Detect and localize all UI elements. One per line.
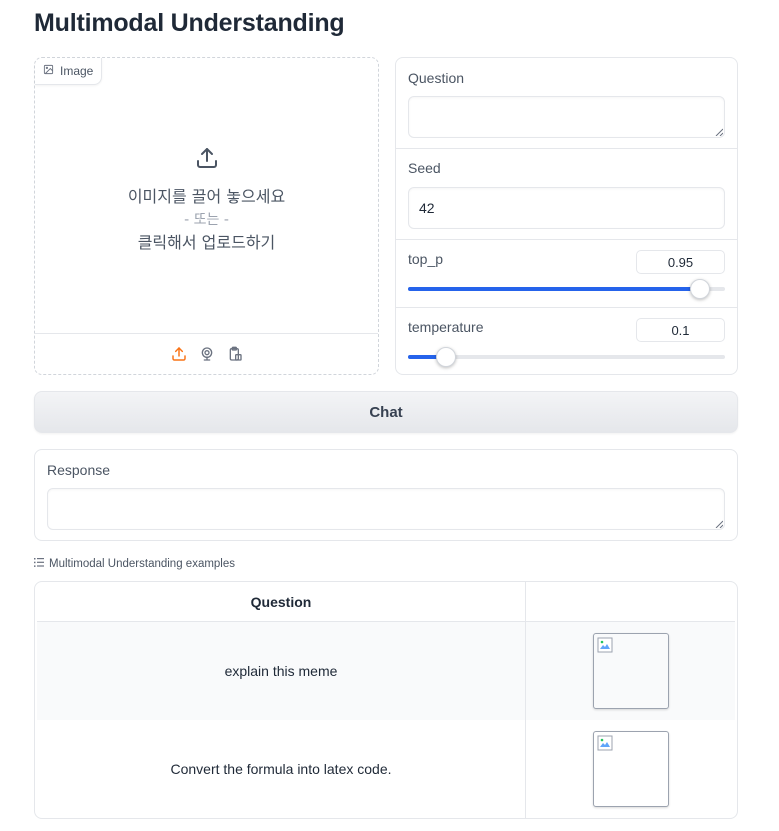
broken-image-icon (597, 637, 612, 653)
resize-handle-icon[interactable] (715, 128, 723, 136)
temperature-slider-thumb[interactable] (436, 347, 457, 367)
example-image-thumbnail (592, 731, 669, 807)
click-to-upload-text: 클릭해서 업로드하기 (137, 233, 276, 252)
clipboard-icon[interactable] (226, 345, 244, 363)
column-header-question: Question (37, 582, 526, 621)
top-p-slider-fill (408, 287, 700, 291)
temperature-block: temperature 0.1 (396, 308, 737, 374)
example-image-thumbnail (592, 633, 669, 709)
webcam-icon[interactable] (198, 345, 216, 363)
broken-image-icon (597, 735, 612, 751)
table-row[interactable]: explain this meme (37, 622, 735, 720)
controls-panel: Question Seed 42 top_p 0.95 temperature … (395, 57, 738, 375)
top-p-slider-thumb[interactable] (689, 279, 710, 299)
image-icon (43, 64, 54, 78)
chat-button[interactable]: Chat (34, 391, 738, 433)
examples-title: Multimodal Understanding examples (49, 558, 236, 570)
list-icon (34, 558, 44, 570)
table-row[interactable]: Convert the formula into latex code. (37, 720, 735, 818)
drop-text: 이미지를 끌어 놓으세요 (127, 187, 286, 206)
question-input[interactable] (408, 96, 725, 138)
resize-handle-icon[interactable] (715, 520, 723, 528)
page-title: Multimodal Understanding (34, 9, 345, 37)
top-p-block: top_p 0.95 (396, 240, 737, 308)
seed-input[interactable]: 42 (408, 187, 725, 229)
examples-table: Question explain this meme Convert the f… (34, 581, 738, 819)
top-p-number-input[interactable]: 0.95 (636, 250, 725, 274)
temperature-number-input[interactable]: 0.1 (636, 318, 725, 342)
top-p-slider[interactable] (408, 279, 725, 299)
response-textarea[interactable] (47, 488, 725, 530)
examples-table-header: Question (37, 582, 735, 622)
image-label: Image (60, 64, 94, 78)
question-block: Question (396, 58, 737, 149)
image-upload-dropzone[interactable]: Image 이미지를 끌어 놓으세요 - 또는 - 클릭해서 업로드하기 (34, 57, 379, 375)
example-question: explain this meme (37, 622, 526, 720)
temperature-label: temperature (408, 319, 484, 335)
temperature-slider[interactable] (408, 347, 725, 367)
top-p-label: top_p (408, 251, 444, 267)
upload-arrow-icon (35, 146, 378, 175)
column-header-image (526, 582, 735, 621)
example-question: Convert the formula into latex code. (37, 720, 526, 818)
question-label: Question (408, 70, 465, 86)
seed-block: Seed 42 (396, 149, 737, 240)
examples-header: Multimodal Understanding examples (34, 558, 235, 570)
response-block: Response (34, 449, 738, 541)
image-label-tag: Image (35, 58, 103, 85)
response-label: Response (47, 462, 111, 478)
or-text: - 또는 - (184, 212, 229, 228)
seed-label: Seed (408, 160, 441, 176)
upload-icon[interactable] (170, 345, 188, 363)
